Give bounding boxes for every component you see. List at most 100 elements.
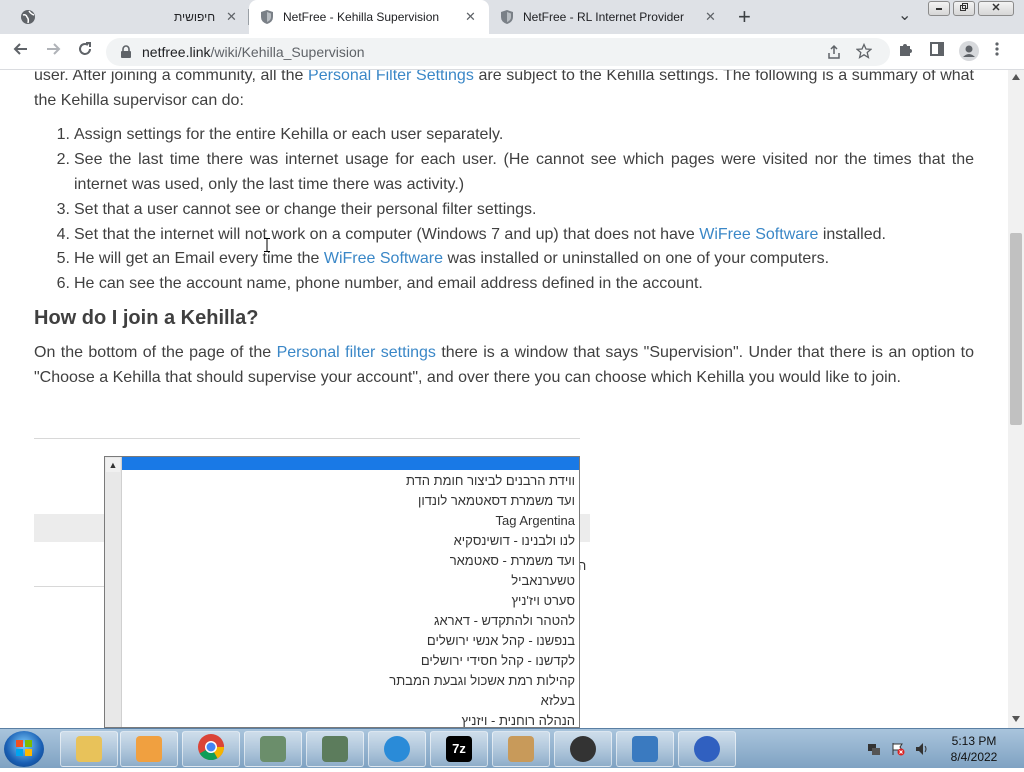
internet-explorer-button[interactable] — [368, 731, 426, 767]
listbox-item[interactable]: Tag Argentina — [495, 511, 575, 531]
minimize-button[interactable] — [928, 1, 950, 16]
list-text-pre: He will get an Email every time the — [74, 250, 324, 267]
page-scrollbar[interactable] — [1008, 70, 1024, 728]
list-item: 4. Set that the internet will not work on… — [34, 222, 974, 247]
join-paragraph: On the bottom of the page of the Persona… — [34, 340, 974, 390]
network-icon[interactable] — [866, 741, 882, 757]
section-heading: How do I join a Kehilla? — [34, 307, 259, 329]
media-player-button[interactable] — [120, 731, 178, 767]
profile-avatar[interactable] — [958, 41, 980, 63]
listbox-item[interactable]: טשערנאביל — [511, 571, 575, 591]
share-icon[interactable] — [826, 44, 842, 60]
listbox-item[interactable]: לקדשנו - קהל חסידי ירושלים — [421, 651, 575, 671]
list-text-pre: He can see the account name, phone numbe… — [74, 275, 703, 292]
close-icon[interactable]: ✕ — [226, 9, 237, 25]
control-panel-button[interactable] — [616, 731, 674, 767]
back-arrow-icon[interactable] — [10, 41, 32, 63]
close-icon[interactable]: ✕ — [705, 9, 716, 25]
scroll-down-arrow-icon[interactable] — [1008, 712, 1024, 728]
bookmark-star-icon[interactable] — [855, 42, 873, 59]
intro-paragraph: user. After joining a community, all the… — [34, 70, 974, 113]
scroll-up-arrow-icon[interactable] — [1008, 70, 1024, 86]
package-icon — [508, 736, 534, 762]
media-player-icon — [136, 736, 162, 762]
clock-date: 8/4/2022 — [950, 750, 998, 764]
start-button[interactable] — [4, 731, 44, 767]
listbox-item[interactable]: קהילות רמת אשכול וגבעת המבתר — [389, 671, 575, 691]
tab-rl-internet-provider[interactable]: NetFree - RL Internet Provider ✕ — [489, 0, 729, 34]
chrome-icon — [197, 733, 225, 766]
listbox-item[interactable]: ועד משמרת דסאטמאר לונדון — [418, 491, 575, 511]
clock-time: 5:13 PM — [951, 734, 997, 748]
netfree-cloud-icon — [570, 736, 596, 762]
volume-icon[interactable] — [914, 741, 930, 757]
kehilla-listbox[interactable]: ▲ ווידת הרבנים לביצור חומת הדת ועד משמרת… — [104, 456, 580, 728]
list-text-pre: See the last time there was internet usa… — [74, 151, 974, 193]
netfree-tool-button[interactable] — [678, 731, 736, 767]
listbox-item[interactable]: ועד משמרת - סאטמאר — [450, 551, 575, 571]
restore-button[interactable] — [953, 1, 975, 16]
file-explorer-button[interactable] — [60, 731, 118, 767]
join-text-1: On the bottom of the page of the — [34, 344, 277, 361]
list-number: 5. — [56, 250, 70, 267]
wifree-software-link[interactable]: WiFree Software — [699, 226, 818, 243]
page-content: user. After joining a community, all the… — [0, 70, 1008, 728]
intro-text-1: user. After joining a community, all the — [34, 70, 309, 84]
new-tab-button[interactable]: + — [738, 4, 751, 30]
kebab-menu-icon[interactable] — [990, 41, 1004, 63]
listbox-item[interactable]: לנו ולבנינו - דושינסקיא — [454, 531, 575, 551]
listbox-item[interactable]: ווידת הרבנים לביצור חומת הדת — [406, 471, 575, 491]
action-center-flag-icon[interactable] — [890, 741, 906, 757]
listbox-item[interactable]: בנפשנו - קהל אנשי ירושלים — [427, 631, 575, 651]
listbox-item[interactable]: הנהלה רוחנית - ויזניץ — [461, 711, 575, 727]
list-item: 3. Set that a user cannot see or change t… — [34, 197, 974, 222]
tab-hipushit[interactable]: חיפושית ✕ — [8, 0, 248, 34]
personal-filter-settings-link[interactable]: Personal filter settings — [277, 344, 436, 361]
text-cursor-icon — [264, 238, 270, 252]
folder-icon — [76, 736, 102, 762]
chrome-button[interactable] — [182, 731, 240, 767]
url-text[interactable]: netfree.link/wiki/Kehilla_Supervision — [142, 44, 365, 60]
list-text-post: installed. — [818, 226, 886, 243]
list-item: 2. See the last time there was internet u… — [34, 147, 974, 197]
lock-icon[interactable] — [120, 45, 132, 59]
document-viewer-2-button[interactable] — [306, 731, 364, 767]
listbox-selected-row[interactable] — [122, 457, 579, 470]
control-panel-icon — [632, 736, 658, 762]
netfree-client-button[interactable] — [554, 731, 612, 767]
close-icon[interactable]: ✕ — [465, 9, 476, 25]
forward-arrow-icon[interactable] — [42, 41, 64, 63]
address-bar[interactable]: netfree.link/wiki/Kehilla_Supervision — [106, 38, 890, 66]
url-host: netfree.link — [142, 44, 211, 60]
scrollbar-thumb[interactable] — [1010, 233, 1022, 425]
listbox-item[interactable]: בעלזא — [541, 691, 575, 711]
internet-explorer-icon — [384, 736, 410, 762]
list-text: He will get an Email every time the WiFr… — [74, 246, 974, 271]
list-number: 3. — [56, 201, 70, 218]
extensions-puzzle-icon[interactable] — [895, 41, 917, 63]
personal-filter-settings-link[interactable]: Personal Filter Settings — [308, 70, 474, 84]
7zip-button[interactable]: 7z — [430, 731, 488, 767]
close-window-button[interactable] — [978, 1, 1014, 16]
listbox-scrollbar[interactable]: ▲ — [105, 457, 122, 727]
list-text: See the last time there was internet usa… — [74, 147, 974, 197]
listbox-item[interactable]: להטהר ולהתקדש - דאראג — [434, 611, 575, 631]
listbox-item[interactable]: סערט ויז'ניץ — [511, 591, 575, 611]
list-text-pre: Set that a user cannot see or change the… — [74, 201, 537, 218]
list-text-post: was installed or uninstalled on one of y… — [443, 250, 830, 267]
document-icon — [322, 736, 348, 762]
tab-search-button[interactable]: ⌄ — [898, 5, 911, 25]
clock[interactable]: 5:13 PM 8/4/2022 — [940, 733, 1008, 765]
image-top-border — [34, 438, 580, 439]
list-item: 1. Assign settings for the entire Kehilla… — [34, 122, 974, 147]
list-item: 6. He can see the account name, phone num… — [34, 271, 974, 296]
scroll-up-arrow-icon[interactable]: ▲ — [106, 458, 120, 472]
list-number: 1. — [56, 126, 70, 143]
tab-strip: חיפושית ✕ NetFree - Kehilla Supervision … — [0, 0, 1024, 34]
tab-kehilla-supervision[interactable]: NetFree - Kehilla Supervision ✕ — [249, 0, 489, 34]
wifree-software-link[interactable]: WiFree Software — [324, 250, 443, 267]
package-installer-button[interactable] — [492, 731, 550, 767]
side-panel-icon[interactable] — [926, 41, 948, 63]
reload-icon[interactable] — [74, 41, 96, 63]
document-viewer-button[interactable] — [244, 731, 302, 767]
